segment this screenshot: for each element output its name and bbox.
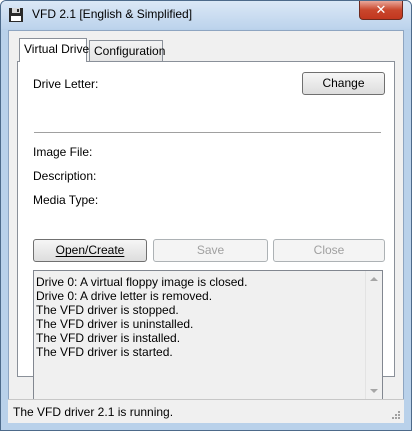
- log-textbox[interactable]: Drive 0: A virtual floppy image is close…: [33, 270, 383, 400]
- dialog-client-area: Virtual Drive Configuration Drive Letter…: [8, 30, 404, 423]
- media-type-label: Media Type:: [33, 193, 99, 207]
- title-bar[interactable]: VFD 2.1 [English & Simplified] ✕: [1, 1, 411, 29]
- status-bar: The VFD driver 2.1 is running.: [8, 399, 404, 423]
- save-button[interactable]: Save: [153, 239, 268, 262]
- scroll-up-arrow-icon[interactable]: [370, 277, 378, 281]
- log-line: The VFD driver is started.: [36, 345, 173, 359]
- image-file-label: Image File:: [33, 145, 93, 159]
- tab-label: Configuration: [94, 44, 166, 58]
- status-text: The VFD driver 2.1 is running.: [13, 405, 174, 419]
- description-label: Description:: [33, 169, 97, 183]
- divider: [34, 132, 381, 134]
- scroll-down-arrow-icon[interactable]: [370, 389, 378, 393]
- close-window-button[interactable]: ✕: [359, 1, 403, 20]
- change-button[interactable]: Change: [302, 72, 385, 95]
- app-window: VFD 2.1 [English & Simplified] ✕ Virtual…: [0, 0, 412, 431]
- tab-configuration[interactable]: Configuration: [89, 40, 166, 61]
- floppy-disk-icon: [9, 8, 23, 22]
- open-create-button[interactable]: Open/Create: [33, 239, 147, 262]
- log-line: Drive 0: A drive letter is removed.: [36, 289, 213, 303]
- close-image-button[interactable]: Close: [273, 239, 385, 262]
- resize-grip-icon[interactable]: [391, 410, 401, 420]
- close-image-label: Close: [313, 243, 345, 257]
- log-line: The VFD driver is uninstalled.: [36, 317, 194, 331]
- open-create-label: Open/Create: [55, 243, 125, 257]
- log-lines: Drive 0: A virtual floppy image is close…: [36, 275, 247, 359]
- log-scrollbar[interactable]: [365, 271, 382, 399]
- drive-letter-label: Drive Letter:: [33, 77, 99, 91]
- window-title: VFD 2.1 [English & Simplified]: [32, 7, 193, 21]
- close-icon: ✕: [375, 2, 387, 17]
- virtual-drive-panel: Drive Letter: Change Image File: Descrip…: [17, 61, 395, 400]
- save-label: Save: [196, 243, 225, 257]
- tab-label: Virtual Drive: [24, 42, 90, 56]
- log-line: The VFD driver is stopped.: [36, 303, 179, 317]
- log-line: Drive 0: A virtual floppy image is close…: [36, 275, 248, 289]
- log-line: The VFD driver is installed.: [36, 331, 181, 345]
- tab-virtual-drive[interactable]: Virtual Drive: [19, 38, 90, 62]
